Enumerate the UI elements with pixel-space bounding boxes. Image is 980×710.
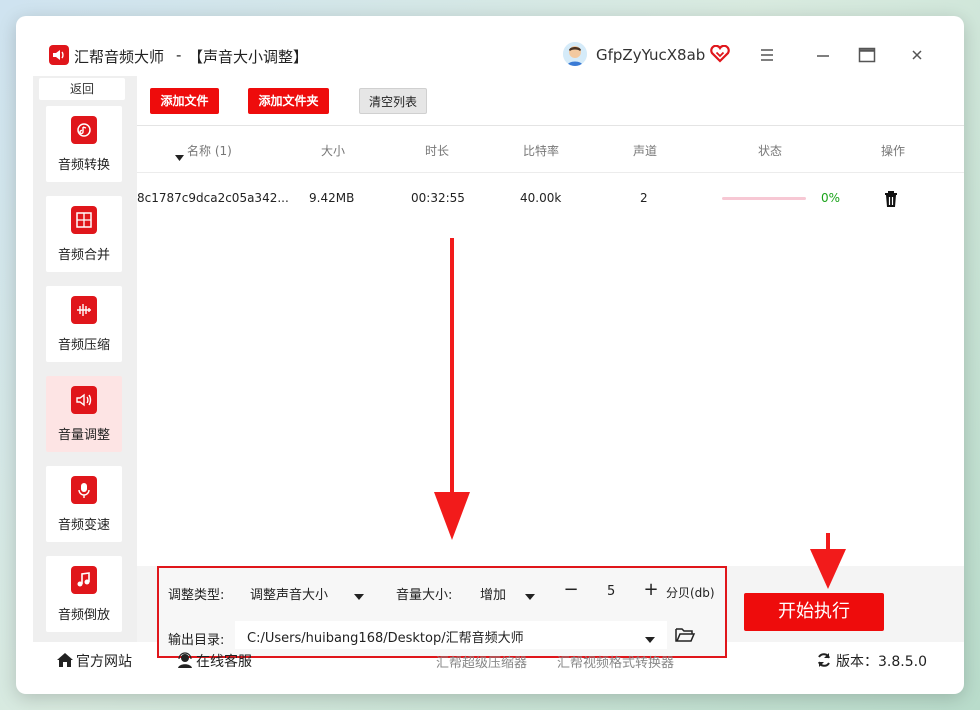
column-duration[interactable]: 时长 <box>425 142 449 159</box>
compressor-link[interactable]: 汇帮超级压缩器 <box>436 652 527 671</box>
menu-icon[interactable] <box>754 42 780 68</box>
divider <box>137 172 964 173</box>
annotation-arrow-icon <box>810 533 846 589</box>
volume-mode-value: 增加 <box>480 588 507 603</box>
column-actions: 操作 <box>881 144 906 158</box>
close-icon[interactable] <box>904 42 930 68</box>
annotation-arrow-icon <box>434 238 470 540</box>
chevron-down-icon <box>525 589 535 604</box>
sidebar-item-audio-convert[interactable]: 音频转换 <box>46 106 122 182</box>
sidebar-item-label: 音频变速 <box>57 518 110 533</box>
website-label: 官方网站 <box>76 654 132 670</box>
adjust-type-value: 调整声音大小 <box>250 588 329 603</box>
sidebar: 返回 音频转换 音频合并 音频压缩 音量调整 音频变速 音频倒放 <box>33 76 137 642</box>
version-label: 版本：3.8.5.0 <box>836 654 927 670</box>
app-name: 汇帮音频大师 <box>74 48 165 66</box>
decrease-button[interactable]: − <box>561 579 581 600</box>
audio-convert-icon <box>71 116 97 144</box>
increase-button[interactable]: + <box>641 579 661 600</box>
footer: 官方网站 在线客服 汇帮超级压缩器 汇帮视频格式转换器 版本：3.8.5.0 <box>16 642 964 694</box>
audio-merge-icon <box>71 206 97 234</box>
add-file-button[interactable]: 添加文件 <box>150 88 219 114</box>
sidebar-item-audio-compress[interactable]: 音频压缩 <box>46 286 122 362</box>
user-name[interactable]: GfpZyYucX8ab <box>596 46 705 64</box>
vip-heart-icon[interactable] <box>710 44 730 67</box>
headset-icon <box>176 652 194 672</box>
column-size[interactable]: 大小 <box>321 142 345 159</box>
sidebar-item-label: 音频倒放 <box>57 608 110 623</box>
support-label: 在线客服 <box>196 654 252 670</box>
title-separator: - <box>176 46 182 64</box>
refresh-icon[interactable] <box>816 652 832 672</box>
file-channels: 2 <box>640 191 648 205</box>
sidebar-item-label: 音频合并 <box>57 248 110 263</box>
column-bitrate[interactable]: 比特率 <box>523 142 559 159</box>
file-size: 9.42MB <box>309 191 355 205</box>
back-button[interactable]: 返回 <box>39 78 125 100</box>
table-row[interactable]: 8c1787c9dca2c05a342... 9.42MB 00:32:55 4… <box>137 176 964 220</box>
file-duration: 00:32:55 <box>411 191 465 205</box>
sidebar-item-audio-reverse[interactable]: 音频倒放 <box>46 556 122 632</box>
unit-label: 分贝(db) <box>666 586 715 600</box>
main-panel: 添加文件 添加文件夹 清空列表 名称 (1) 大小 时长 比特率 声道 状态 操… <box>137 76 964 658</box>
progress-bar <box>722 197 806 200</box>
adjust-type-select[interactable]: 调整声音大小 <box>240 578 372 606</box>
volume-label: 音量大小: <box>396 588 453 603</box>
sidebar-item-label: 音频压缩 <box>57 338 110 353</box>
add-folder-button[interactable]: 添加文件夹 <box>248 88 329 114</box>
sidebar-item-label: 音频转换 <box>57 158 110 173</box>
page-title: 【声音大小调整】 <box>188 48 309 66</box>
volume-mode-select[interactable]: 增加 <box>470 578 543 606</box>
file-bitrate: 40.00k <box>520 191 562 205</box>
column-channels[interactable]: 声道 <box>633 142 657 159</box>
start-button[interactable]: 开始执行 <box>744 593 884 631</box>
avatar[interactable] <box>563 42 587 66</box>
column-status: 状态 <box>758 144 783 158</box>
status-text: 0% <box>821 191 841 205</box>
title-bar: 汇帮音频大师 - 【声音大小调整】 GfpZyYucX8ab <box>16 16 964 74</box>
volume-value[interactable]: 5 <box>607 584 615 599</box>
chevron-down-icon <box>354 589 364 604</box>
column-name[interactable]: 名称 (1) <box>187 142 232 159</box>
video-converter-link[interactable]: 汇帮视频格式转换器 <box>557 652 674 671</box>
maximize-icon[interactable] <box>854 42 880 68</box>
sort-down-icon[interactable] <box>175 146 184 165</box>
sidebar-item-audio-speed[interactable]: 音频变速 <box>46 466 122 542</box>
clear-list-button[interactable]: 清空列表 <box>359 88 427 114</box>
home-icon <box>56 652 74 672</box>
music-note-icon <box>71 566 97 594</box>
app-logo-icon <box>49 45 69 65</box>
volume-icon <box>71 386 97 414</box>
audio-compress-icon <box>71 296 97 324</box>
sidebar-item-label: 音量调整 <box>57 428 110 443</box>
app-window: 汇帮音频大师 - 【声音大小调整】 GfpZyYucX8ab 返回 音频转换 音… <box>16 16 964 694</box>
file-name: 8c1787c9dca2c05a342... <box>137 191 289 205</box>
trash-icon[interactable] <box>881 189 901 213</box>
mic-icon <box>71 476 97 504</box>
minimize-icon[interactable] <box>810 42 836 68</box>
sidebar-item-audio-merge[interactable]: 音频合并 <box>46 196 122 272</box>
adjust-type-label: 调整类型: <box>168 588 225 603</box>
sidebar-item-volume[interactable]: 音量调整 <box>46 376 122 452</box>
table-header: 名称 (1) 大小 时长 比特率 声道 状态 操作 <box>137 126 964 172</box>
